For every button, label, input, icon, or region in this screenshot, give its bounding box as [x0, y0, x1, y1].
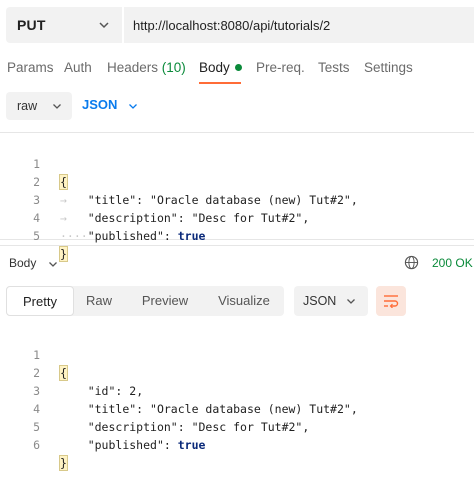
code-line: 4 ····"published": true [33, 211, 206, 243]
code-line: 6 } [33, 438, 68, 471]
code-line: 5 "published": true [33, 420, 206, 452]
active-tab-indicator [199, 82, 241, 84]
language-label: JSON [82, 97, 118, 112]
tab-raw[interactable]: Raw [74, 286, 124, 316]
status-badge[interactable]: 200 OK [432, 256, 473, 270]
chevron-down-icon [99, 22, 109, 29]
tab-headers[interactable]: Headers (10) [107, 60, 186, 75]
code-line: 4 "description": "Desc for Tut#2", [33, 402, 310, 434]
code-line: 3 "title": "Oracle database (new) Tut#2"… [33, 384, 358, 416]
tab-body-label: Body [199, 60, 230, 75]
response-format-label: JSON [303, 294, 337, 308]
response-body-toggle[interactable]: Body [9, 254, 69, 272]
response-body-viewer[interactable]: 1 { 2 "id": 2, 3 "title": "Oracle databa… [0, 326, 474, 471]
headers-count: (10) [161, 60, 186, 75]
chevron-down-icon [49, 262, 57, 267]
tab-auth[interactable]: Auth [64, 60, 92, 75]
tab-settings[interactable]: Settings [364, 60, 413, 75]
open-brace: { [59, 174, 68, 190]
open-brace: { [59, 365, 68, 381]
chevron-down-icon [347, 299, 355, 304]
code-line: 2 → "title": "Oracle database (new) Tut#… [33, 175, 358, 207]
method-select[interactable]: PUT [6, 7, 122, 43]
chevron-down-icon [53, 104, 61, 109]
tab-visualize[interactable]: Visualize [206, 286, 282, 316]
tab-preview[interactable]: Preview [130, 286, 200, 316]
tab-tests[interactable]: Tests [318, 60, 350, 75]
body-type-select[interactable]: raw [6, 92, 72, 120]
close-brace: } [59, 455, 68, 471]
divider [0, 245, 474, 246]
code-line: 2 "id": 2, [33, 366, 144, 398]
code-line: 1 { [33, 348, 68, 381]
tab-prereq[interactable]: Pre-req. [256, 60, 305, 75]
tab-pretty[interactable]: Pretty [6, 286, 74, 316]
language-select[interactable]: JSON [82, 92, 142, 120]
response-format-select[interactable]: JSON [294, 286, 368, 316]
wrap-lines-button[interactable] [376, 286, 406, 316]
code-line: 1 { [33, 157, 68, 190]
url-text: http://localhost:8080/api/tutorials/2 [133, 17, 331, 33]
code-line: 3 → "description": "Desc for Tut#2", [33, 193, 310, 225]
tab-headers-label: Headers [107, 60, 159, 75]
dot-indicator-icon [234, 63, 242, 71]
body-type-label: raw [17, 99, 38, 113]
response-body-label: Body [9, 256, 37, 270]
code-line: 5 } [33, 229, 68, 262]
wrap-lines-icon [384, 295, 399, 308]
tab-params[interactable]: Params [7, 60, 54, 75]
request-body-editor[interactable]: 1 { 2 → "title": "Oracle database (new) … [0, 132, 474, 262]
url-input[interactable]: http://localhost:8080/api/tutorials/2 [124, 7, 474, 43]
response-view-tabs: Pretty Raw Preview Visualize [6, 286, 284, 316]
method-label: PUT [17, 17, 46, 33]
tab-body[interactable]: Body [199, 60, 242, 75]
chevron-down-icon [129, 104, 137, 109]
globe-icon[interactable] [404, 255, 419, 270]
